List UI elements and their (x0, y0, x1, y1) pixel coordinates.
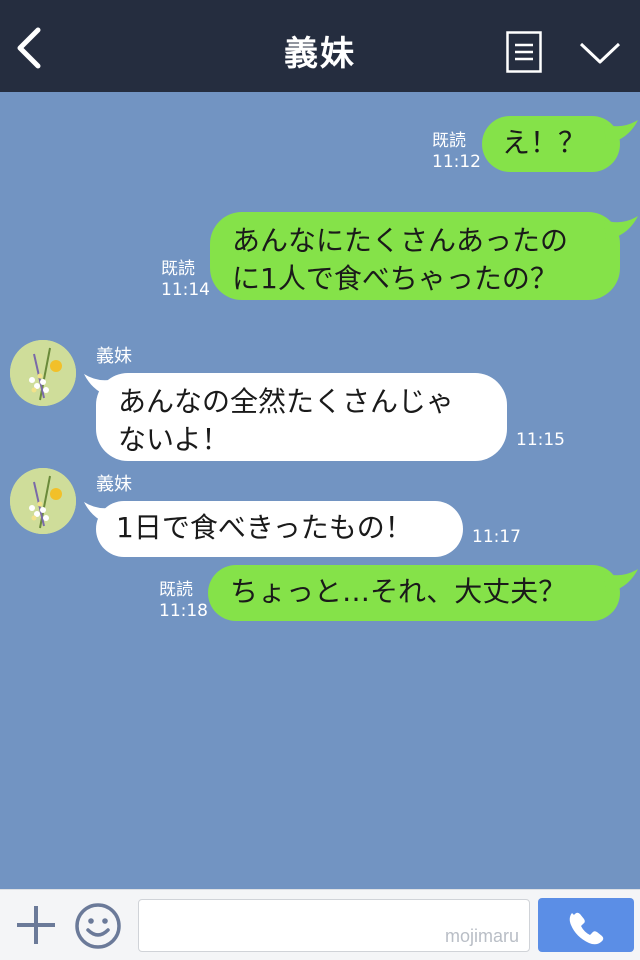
sender-name: 義妹 (96, 346, 132, 367)
message-bubble-outgoing[interactable]: ちょっと…それ、大丈夫？ (208, 565, 620, 621)
flower-avatar-icon (10, 468, 76, 534)
message-text-line: に1人で食べちゃったの？ (232, 262, 558, 295)
message-text-line: あんなの全然たくさんじゃ (118, 385, 455, 418)
input-bar: mojimaru (0, 889, 640, 960)
plus-icon (17, 906, 55, 944)
call-button[interactable] (538, 898, 634, 952)
collapse-button[interactable] (578, 38, 622, 68)
menu-list-icon (506, 31, 542, 73)
emoji-icon (75, 903, 121, 949)
message-text-line: あんなにたくさんあったの (232, 224, 569, 257)
message-meta: 既読 11:12 (432, 131, 481, 173)
chat-title: 義妹 (284, 34, 356, 74)
message-time: 11:14 (161, 280, 210, 300)
flower-avatar-icon (10, 340, 76, 406)
message-time: 11:15 (516, 430, 565, 450)
read-label: 既読 (161, 259, 195, 279)
phone-icon (569, 912, 604, 945)
watermark-text: mojimaru (444, 926, 519, 946)
message-bubble-incoming[interactable]: あんなの全然たくさんじゃ ないよ！ (96, 373, 507, 461)
message-input[interactable]: mojimaru (138, 899, 530, 952)
message-text-line: ないよ！ (118, 423, 230, 456)
message-time: 11:17 (472, 527, 521, 547)
read-label: 既読 (432, 131, 466, 151)
chevron-down-icon (579, 42, 621, 64)
menu-button[interactable] (506, 31, 542, 73)
message-bubble-outgoing[interactable]: あんなにたくさんあったの に1人で食べちゃったの？ (210, 212, 620, 300)
message-time: 11:18 (159, 601, 208, 621)
emoji-button[interactable] (74, 902, 122, 950)
message-bubble-outgoing[interactable]: え！？ (482, 116, 620, 172)
bubble-tail (604, 120, 638, 144)
message-meta: 既読 11:14 (161, 259, 210, 301)
bubble-tail (604, 216, 638, 240)
chat-header: 義妹 (0, 0, 640, 92)
bubble-tail (604, 569, 638, 593)
avatar[interactable] (10, 340, 76, 406)
chat-area[interactable]: 既読 11:12 え！？ 既読 11:14 あんなにたくさんあったの に1人で食… (0, 92, 640, 889)
read-label: 既読 (159, 580, 193, 600)
message-bubble-incoming[interactable]: 1日で食べきったもの！ (96, 501, 463, 557)
message-time: 11:12 (432, 152, 481, 172)
add-button[interactable] (14, 903, 58, 947)
message-text: え！？ (502, 126, 587, 159)
message-text: ちょっと…それ、大丈夫？ (230, 575, 567, 608)
message-meta: 既読 11:18 (159, 580, 208, 622)
avatar[interactable] (10, 468, 76, 534)
sender-name: 義妹 (96, 474, 132, 495)
message-text: 1日で食べきったもの！ (116, 511, 413, 544)
